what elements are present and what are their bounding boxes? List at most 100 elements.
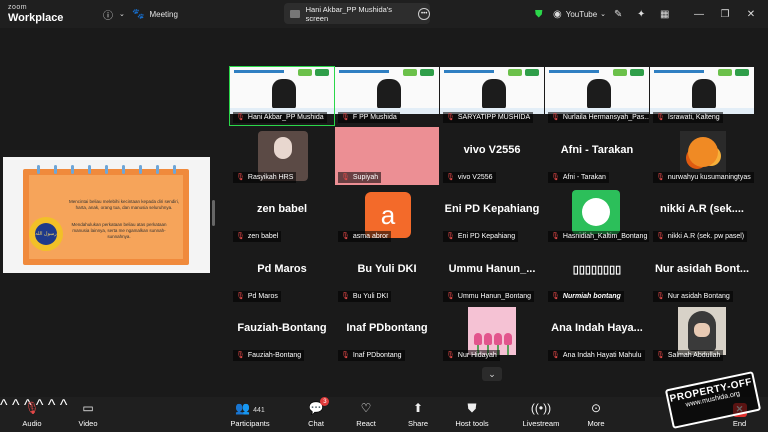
face-shape [694, 323, 710, 337]
participant-tile[interactable]: Eni PD Kepahiang 🎙 Eni PD Kepahiang [440, 186, 544, 244]
participant-tile[interactable]: Inaf PDbontang 🎙 Inaf PDbontang [335, 305, 439, 363]
participant-figure [692, 79, 716, 109]
view-button[interactable]: ▦ [660, 0, 669, 28]
participant-tile[interactable]: 🎙 SARYATIPP MUSHIDA [440, 67, 544, 125]
participant-name-label: 🎙 Nurmiah bontang [548, 290, 624, 302]
participant-name: SARYATIPP MUSHIDA [457, 114, 531, 121]
slide-banner [654, 70, 704, 73]
participant-name-label: 🎙 Ana Indah Hayati Mahulu [548, 350, 645, 361]
scroll-down-button[interactable]: ⌄ [482, 367, 502, 381]
video-caret-icon[interactable]: ^ [12, 397, 20, 414]
shared-screen[interactable]: Mencintai beliau melebihi kecintaan kepa… [3, 157, 210, 273]
top-bar: zoom Workplace ⓘ ⌄ 🐾 Meeting Hani Akbar_PP… [0, 0, 768, 28]
participant-tile[interactable]: 🎙 Israwati, Kalteng [650, 67, 754, 125]
participant-tile[interactable]: 🎙 Nur Hidayah [440, 305, 544, 363]
participant-name: Ummu Hanun_Bontang [457, 292, 532, 300]
participant-tile[interactable]: 🎙 Rasyikah HRS [230, 126, 334, 185]
screen-share-pill[interactable]: Hani Akbar_PP Mushida's screen ••• [284, 3, 430, 24]
participant-tile[interactable]: Nur asidah Bont... 🎙 Nur asidah Bontang [650, 245, 754, 304]
participants-button[interactable]: 👥 441 Participants [228, 397, 272, 432]
participant-tile[interactable]: Afni - Tarakan 🎙 Afni - Tarakan [545, 126, 649, 185]
participant-photo [468, 307, 516, 355]
participant-name-label: 🎙 F PP Mushida [338, 112, 400, 123]
video-button[interactable]: ▭ Video [76, 397, 100, 432]
participant-tile[interactable]: Ana Indah Haya... 🎙 Ana Indah Hayati Mahul… [545, 305, 649, 363]
annotate-button[interactable]: ✎ [614, 0, 622, 28]
participant-name: Nur asidah Bontang [667, 292, 730, 300]
participant-display-name: Eni PD Kepahiang [444, 203, 540, 215]
mic-muted-icon: 🎙 [341, 352, 350, 359]
more-options-icon[interactable]: ••• [418, 7, 430, 20]
participant-tile[interactable]: 🎙 Hasnidiah_Kaltim_Bontang [545, 186, 649, 244]
audio-label: Audio [22, 419, 42, 428]
share-button[interactable]: ⬆ Share [406, 397, 430, 432]
share-caret-icon[interactable]: ^ [60, 397, 68, 414]
share-label: Share [407, 419, 428, 428]
tulip-flower [474, 333, 482, 345]
participant-tile[interactable]: Fauziah-Bontang 🎙 Fauziah-Bontang [230, 305, 334, 363]
participant-display-name: Pd Maros [257, 262, 307, 275]
participant-video [650, 67, 754, 114]
meeting-menu[interactable]: 🐾 Meeting [132, 0, 178, 28]
host-tools-label: Host tools [455, 419, 489, 428]
chevron-down-icon: ⌄ [488, 368, 496, 379]
mic-muted-icon: 🎙 [341, 233, 350, 240]
participant-name-label: 🎙 Eni PD Kepahiang [443, 231, 519, 242]
mic-muted-icon: 🎙 [24, 401, 40, 415]
participant-photo [680, 130, 726, 175]
livestream-button[interactable]: ((•)) Livestream [521, 397, 561, 432]
react-caret-icon[interactable]: ^ [48, 397, 56, 414]
chat-label: Chat [308, 419, 324, 428]
pen-icon: ✎ [614, 8, 623, 20]
participant-name: Salmah Abdullah [667, 352, 721, 359]
more-button[interactable]: ⊙ More [584, 397, 608, 432]
participants-count: 441 [253, 407, 265, 414]
participant-name-label: 🎙 nurwahyu kusumaningtyas [653, 171, 754, 183]
participant-name-label: 🎙 zen babel [233, 231, 282, 242]
minimize-icon: — [694, 8, 704, 20]
slide-notebook: Mencintai beliau melebihi kecintaan kepa… [23, 165, 189, 265]
participant-tile[interactable]: Pd Maros 🎙 Pd Maros [230, 245, 334, 304]
participant-tile[interactable]: nikki A.R (sek.... 🎙 nikki A.R (sek. pw pa… [650, 186, 754, 244]
audio-caret-icon[interactable]: ^ [0, 397, 8, 414]
participant-tile[interactable]: zen babel 🎙 zen babel [230, 186, 334, 244]
participant-tile[interactable]: 🎙 F PP Mushida [335, 67, 439, 125]
notebook-ring [88, 165, 91, 174]
minimize-button[interactable]: — [688, 0, 710, 28]
participant-tile[interactable]: 🎙 nurwahyu kusumaningtyas [650, 126, 754, 185]
participant-name-label: 🎙 Pd Maros [233, 290, 281, 302]
chat-button[interactable]: 💬 3 Chat [304, 397, 330, 432]
notebook-ring [139, 165, 142, 174]
mic-muted-icon: 🎙 [446, 352, 455, 359]
panel-splitter[interactable] [212, 200, 215, 226]
info-button[interactable]: ⓘ ⌄ [103, 0, 125, 28]
participant-name: asma abror [352, 233, 389, 240]
mic-muted-icon: 🎙 [236, 292, 245, 300]
participant-tile[interactable]: Bu Yuli DKI 🎙 Bu Yuli DKI [335, 245, 439, 304]
participant-tile[interactable]: 🎙 Nurlaila Hermansyah_Pas... [545, 67, 649, 125]
participant-name: Eni PD Kepahiang [457, 233, 516, 240]
participant-video [230, 67, 334, 114]
mic-muted-icon: 🎙 [236, 114, 245, 121]
participant-tile[interactable]: 🎙 Salmah Abdullah [650, 305, 754, 363]
ai-companion-button[interactable]: ✦ [637, 0, 645, 28]
mic-muted-icon: 🎙 [341, 292, 350, 300]
react-button[interactable]: ♡ React [354, 397, 378, 432]
security-status[interactable]: ⛊ [535, 0, 543, 28]
participant-name: Nur Hidayah [457, 352, 497, 359]
participant-tile[interactable]: 🎙 Supiyah [335, 126, 439, 185]
participant-display-name: nikki A.R (sek.... [660, 203, 744, 215]
participant-tile[interactable]: Ummu Hanun_... 🎙 Ummu Hanun_Bontang [440, 245, 544, 304]
end-label: End [732, 418, 747, 428]
audio-button[interactable]: 🎙 Audio [20, 397, 44, 432]
close-button[interactable]: ✕ [740, 0, 762, 28]
youtube-button[interactable]: ◉ YouTube ⌄ [553, 0, 606, 28]
host-tools-button[interactable]: ⛊ Host tools [454, 397, 490, 432]
slide-banner [339, 70, 389, 73]
participant-tile[interactable]: vivo V2556 🎙 vivo V2556 [440, 126, 544, 185]
maximize-button[interactable]: ❐ [714, 0, 736, 28]
participant-tile[interactable]: ▯▯▯▯▯▯▯▯ 🎙 Nurmiah bontang [545, 245, 649, 304]
participant-tile[interactable]: 🎙 Hani Akbar_PP Mushida [229, 66, 335, 126]
participant-tile[interactable]: a 🎙 asma abror [335, 186, 439, 244]
participant-name-label: 🎙 Hani Akbar_PP Mushida [233, 112, 327, 123]
